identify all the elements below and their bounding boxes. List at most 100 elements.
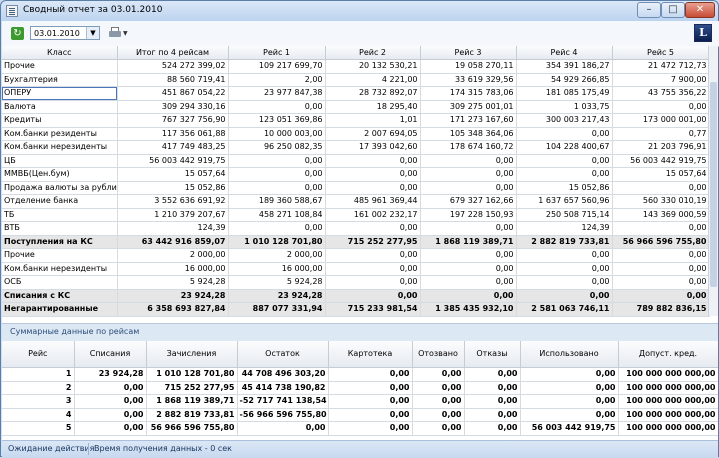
value-cell[interactable]: 0,00: [325, 154, 421, 168]
value-cell[interactable]: 109 217 699,70: [228, 59, 326, 74]
row-class-cell[interactable]: Ком.банки нерезиденты: [2, 262, 118, 276]
chevron-down-icon[interactable]: ▼: [86, 27, 99, 39]
value-cell[interactable]: 124,39: [117, 221, 229, 236]
summary-value-cell[interactable]: -56 966 596 755,80: [237, 408, 329, 422]
value-cell[interactable]: 0,00: [325, 221, 421, 236]
summary-value-cell[interactable]: 0,00: [74, 421, 147, 436]
summary-value-cell[interactable]: 0,00: [412, 421, 465, 436]
value-cell[interactable]: 0,00: [516, 262, 613, 276]
summary-value-cell[interactable]: 0,00: [464, 408, 521, 422]
value-cell[interactable]: 0,00: [228, 154, 326, 168]
row-class-cell[interactable]: Негарантированные: [2, 302, 118, 317]
value-cell[interactable]: 0,00: [516, 275, 613, 290]
table-row[interactable]: ТБ 1 210 379 207,67 458 271 108,84 161 002 …: [2, 208, 710, 222]
table-row[interactable]: ЦБ 56 003 442 919,75 0,00 0,00 0,00 0,00 56 00…: [2, 154, 710, 168]
table-row[interactable]: Прочие 524 272 399,02 109 217 699,70 20 132…: [2, 59, 710, 74]
table-row[interactable]: Поступления на КС 63 442 916 859,07 1 010 …: [2, 235, 710, 249]
value-cell[interactable]: 56 003 442 919,75: [612, 154, 710, 168]
value-cell[interactable]: 0,00: [420, 248, 517, 263]
value-cell[interactable]: 181 085 175,49: [516, 86, 613, 101]
value-cell[interactable]: 23 977 847,38: [228, 86, 326, 101]
flight-number-cell[interactable]: 4: [2, 408, 75, 422]
table-row[interactable]: Валюта 309 294 330,16 0,00 18 295,40 309 275…: [2, 100, 710, 114]
value-cell[interactable]: 0,00: [420, 262, 517, 276]
table-row[interactable]: Ком.банки резиденты 117 356 061,88 10 000 …: [2, 127, 710, 141]
column-header[interactable]: Итог по 4 рейсам: [117, 46, 229, 60]
value-cell[interactable]: 0,00: [228, 221, 326, 236]
column-header[interactable]: Рейс 3: [420, 46, 517, 60]
value-cell[interactable]: 887 077 331,94: [228, 302, 326, 317]
value-cell[interactable]: 0,00: [325, 181, 421, 195]
table-row[interactable]: Кредиты 767 327 756,90 123 051 369,86 1,01 1…: [2, 113, 710, 128]
table-row[interactable]: ОПЕРУ 451 867 054,22 23 977 847,38 28 732 8…: [2, 86, 710, 101]
value-cell[interactable]: 560 330 010,19: [612, 194, 710, 209]
value-cell[interactable]: 43 755 356,22: [612, 86, 710, 101]
summary-value-cell[interactable]: 0,00: [520, 394, 619, 409]
row-class-cell[interactable]: Кредиты: [2, 113, 118, 128]
row-class-cell[interactable]: Ком.банки нерезиденты: [2, 140, 118, 155]
value-cell[interactable]: 0,00: [516, 127, 613, 141]
table-row[interactable]: ВТБ 124,39 0,00 0,00 0,00 124,39 0,00: [2, 221, 710, 236]
table-row[interactable]: Отделение банка 3 552 636 691,92 189 360 5…: [2, 194, 710, 209]
summary-column-header[interactable]: Картотека: [328, 341, 413, 368]
value-cell[interactable]: 789 882 836,15: [612, 302, 710, 317]
value-cell[interactable]: 715 252 277,95: [325, 235, 421, 249]
value-cell[interactable]: 7 900,00: [612, 73, 710, 87]
value-cell[interactable]: 2,00: [228, 73, 326, 87]
date-picker[interactable]: 03.01.2010 ▼: [30, 26, 100, 40]
column-header[interactable]: Рейс 2: [325, 46, 421, 60]
table-row[interactable]: ОСБ 5 924,28 5 924,28 0,00 0,00 0,00 0,00: [2, 275, 710, 290]
value-cell[interactable]: 0,00: [516, 248, 613, 263]
value-cell[interactable]: 1 868 119 389,71: [420, 235, 517, 249]
row-class-cell[interactable]: ЦБ: [2, 154, 118, 168]
value-cell[interactable]: 0,00: [612, 275, 710, 290]
value-cell[interactable]: 17 393 042,60: [325, 140, 421, 155]
summary-value-cell[interactable]: 0,00: [412, 367, 465, 382]
summary-value-cell[interactable]: 45 414 738 190,82: [237, 381, 329, 395]
value-cell[interactable]: 4 221,00: [325, 73, 421, 87]
value-cell[interactable]: 0,00: [516, 154, 613, 168]
summary-value-cell[interactable]: 56 003 442 919,75: [520, 421, 619, 436]
value-cell[interactable]: 0,00: [612, 262, 710, 276]
summary-value-cell[interactable]: 0,00: [412, 394, 465, 409]
column-header[interactable]: Рейс 4: [516, 46, 613, 60]
value-cell[interactable]: 2 882 819 733,81: [516, 235, 613, 249]
summary-value-cell[interactable]: 1 868 119 389,71: [146, 394, 238, 409]
value-cell[interactable]: 105 348 364,06: [420, 127, 517, 141]
column-header[interactable]: Рейс 1: [228, 46, 326, 60]
value-cell[interactable]: 178 674 160,72: [420, 140, 517, 155]
printer-icon[interactable]: [108, 27, 122, 39]
summary-value-cell[interactable]: 100 000 000 000,00: [618, 367, 718, 382]
value-cell[interactable]: 56 966 596 755,80: [612, 235, 710, 249]
value-cell[interactable]: 104 228 400,67: [516, 140, 613, 155]
value-cell[interactable]: 161 002 232,17: [325, 208, 421, 222]
summary-value-cell[interactable]: 0,00: [412, 381, 465, 395]
row-class-cell[interactable]: Прочие: [2, 248, 118, 263]
value-cell[interactable]: 0,00: [228, 181, 326, 195]
table-row[interactable]: Негарантированные 6 358 693 827,84 887 077…: [2, 302, 710, 317]
value-cell[interactable]: 0,00: [516, 167, 613, 182]
summary-value-cell[interactable]: 56 966 596 755,80: [146, 421, 238, 436]
date-value[interactable]: 03.01.2010: [34, 29, 80, 38]
value-cell[interactable]: 309 275 001,01: [420, 100, 517, 114]
summary-column-header[interactable]: Допуст. кред.: [618, 341, 718, 368]
value-cell[interactable]: 173 000 001,00: [612, 113, 710, 128]
flight-number-cell[interactable]: 3: [2, 394, 75, 409]
value-cell[interactable]: 5 924,28: [228, 275, 326, 290]
row-class-cell[interactable]: Отделение банка: [2, 194, 118, 209]
summary-value-cell[interactable]: 0,00: [74, 394, 147, 409]
value-cell[interactable]: 18 295,40: [325, 100, 421, 114]
summary-value-cell[interactable]: 0,00: [328, 408, 413, 422]
value-cell[interactable]: 0,00: [420, 275, 517, 290]
summary-value-cell[interactable]: 0,00: [412, 408, 465, 422]
value-cell[interactable]: 117 356 061,88: [117, 127, 229, 141]
vertical-scrollbar[interactable]: [708, 46, 718, 316]
summary-value-cell[interactable]: 0,00: [520, 381, 619, 395]
value-cell[interactable]: 189 360 588,67: [228, 194, 326, 209]
summary-value-cell[interactable]: 0,00: [328, 381, 413, 395]
table-row[interactable]: Списания с КС 23 924,28 23 924,28 0,00 0,00 0…: [2, 289, 710, 303]
row-class-cell[interactable]: Ком.банки резиденты: [2, 127, 118, 141]
value-cell[interactable]: 458 271 108,84: [228, 208, 326, 222]
value-cell[interactable]: 0,00: [420, 181, 517, 195]
flight-number-cell[interactable]: 2: [2, 381, 75, 395]
